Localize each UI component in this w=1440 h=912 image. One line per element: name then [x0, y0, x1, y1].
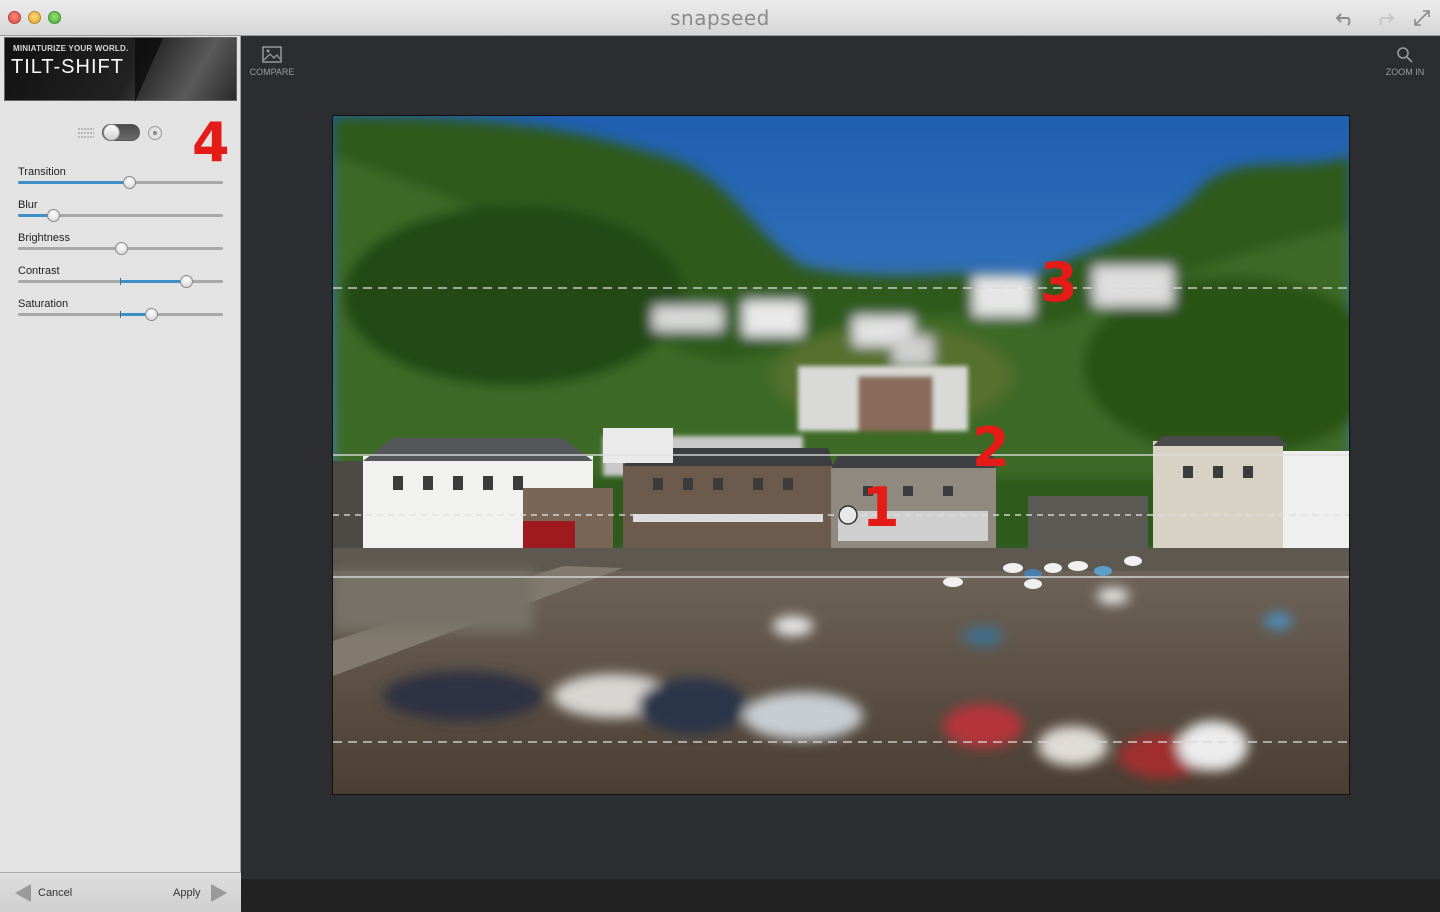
apply-button[interactable]: Apply	[173, 887, 201, 899]
blur-mode-switch	[78, 123, 168, 143]
slider-blur[interactable]: Blur	[18, 199, 223, 223]
slider-thumb[interactable]	[123, 176, 136, 189]
apply-arrow-icon[interactable]	[211, 884, 227, 902]
toggle-knob	[103, 124, 120, 141]
tilt-shift-photo[interactable]	[333, 116, 1350, 795]
zoom-in-label: ZOOM IN	[1385, 67, 1425, 77]
bottom-bar: Cancel Apply	[0, 872, 241, 912]
title-bar: snapseed	[0, 0, 1440, 36]
slider-label: Saturation	[18, 298, 69, 310]
slider-label: Contrast	[18, 265, 60, 277]
tool-banner: MINIATURIZE YOUR WORLD. TILT-SHIFT	[4, 37, 237, 102]
slider-thumb[interactable]	[180, 275, 193, 288]
fullscreen-icon[interactable]	[1412, 9, 1432, 27]
slider-center-mark	[120, 311, 121, 318]
slider-label: Transition	[18, 166, 66, 178]
slider-contrast[interactable]: Contrast	[18, 265, 223, 289]
annotation-marker-4: 4	[192, 111, 230, 174]
slider-brightness[interactable]: Brightness	[18, 232, 223, 256]
elliptical-mode-icon[interactable]	[148, 126, 162, 140]
slider-saturation[interactable]: Saturation	[18, 298, 223, 322]
annotation-marker-3: 3	[1040, 251, 1078, 314]
banner-graphic	[135, 38, 163, 102]
app-title: snapseed	[670, 6, 770, 30]
banner-tagline: MINIATURIZE YOUR WORLD.	[13, 44, 129, 53]
linear-mode-icon[interactable]	[78, 127, 94, 139]
banner-tool-name: TILT-SHIFT	[11, 56, 124, 78]
magnifier-icon	[1397, 47, 1413, 63]
slider-thumb[interactable]	[47, 209, 60, 222]
slider-center-mark	[120, 278, 121, 285]
mode-toggle[interactable]	[102, 124, 140, 141]
cancel-button[interactable]: Cancel	[38, 887, 72, 899]
compare-button[interactable]: COMPARE	[242, 46, 302, 77]
image-icon	[262, 46, 282, 63]
canvas-area: COMPARE ZOOM IN	[242, 36, 1440, 879]
compare-label: COMPARE	[249, 67, 295, 77]
app-window: snapseed MINIATURIZE YOUR WORLD. TILT-SH…	[0, 0, 1440, 912]
annotation-marker-1: 1	[862, 476, 900, 539]
slider-label: Brightness	[18, 232, 70, 244]
slider-label: Blur	[18, 199, 38, 211]
cancel-arrow-icon[interactable]	[15, 884, 31, 902]
zoom-in-button[interactable]: ZOOM IN	[1375, 46, 1435, 77]
slider-thumb[interactable]	[115, 242, 128, 255]
redo-icon[interactable]	[1374, 9, 1395, 27]
slider-fill	[120, 280, 186, 283]
photo-canvas[interactable]	[332, 115, 1350, 795]
slider-thumb[interactable]	[145, 308, 158, 321]
annotation-marker-2: 2	[972, 416, 1010, 479]
undo-icon[interactable]	[1335, 9, 1356, 27]
slider-fill	[18, 181, 129, 184]
focus-center-handle[interactable]	[838, 505, 858, 525]
